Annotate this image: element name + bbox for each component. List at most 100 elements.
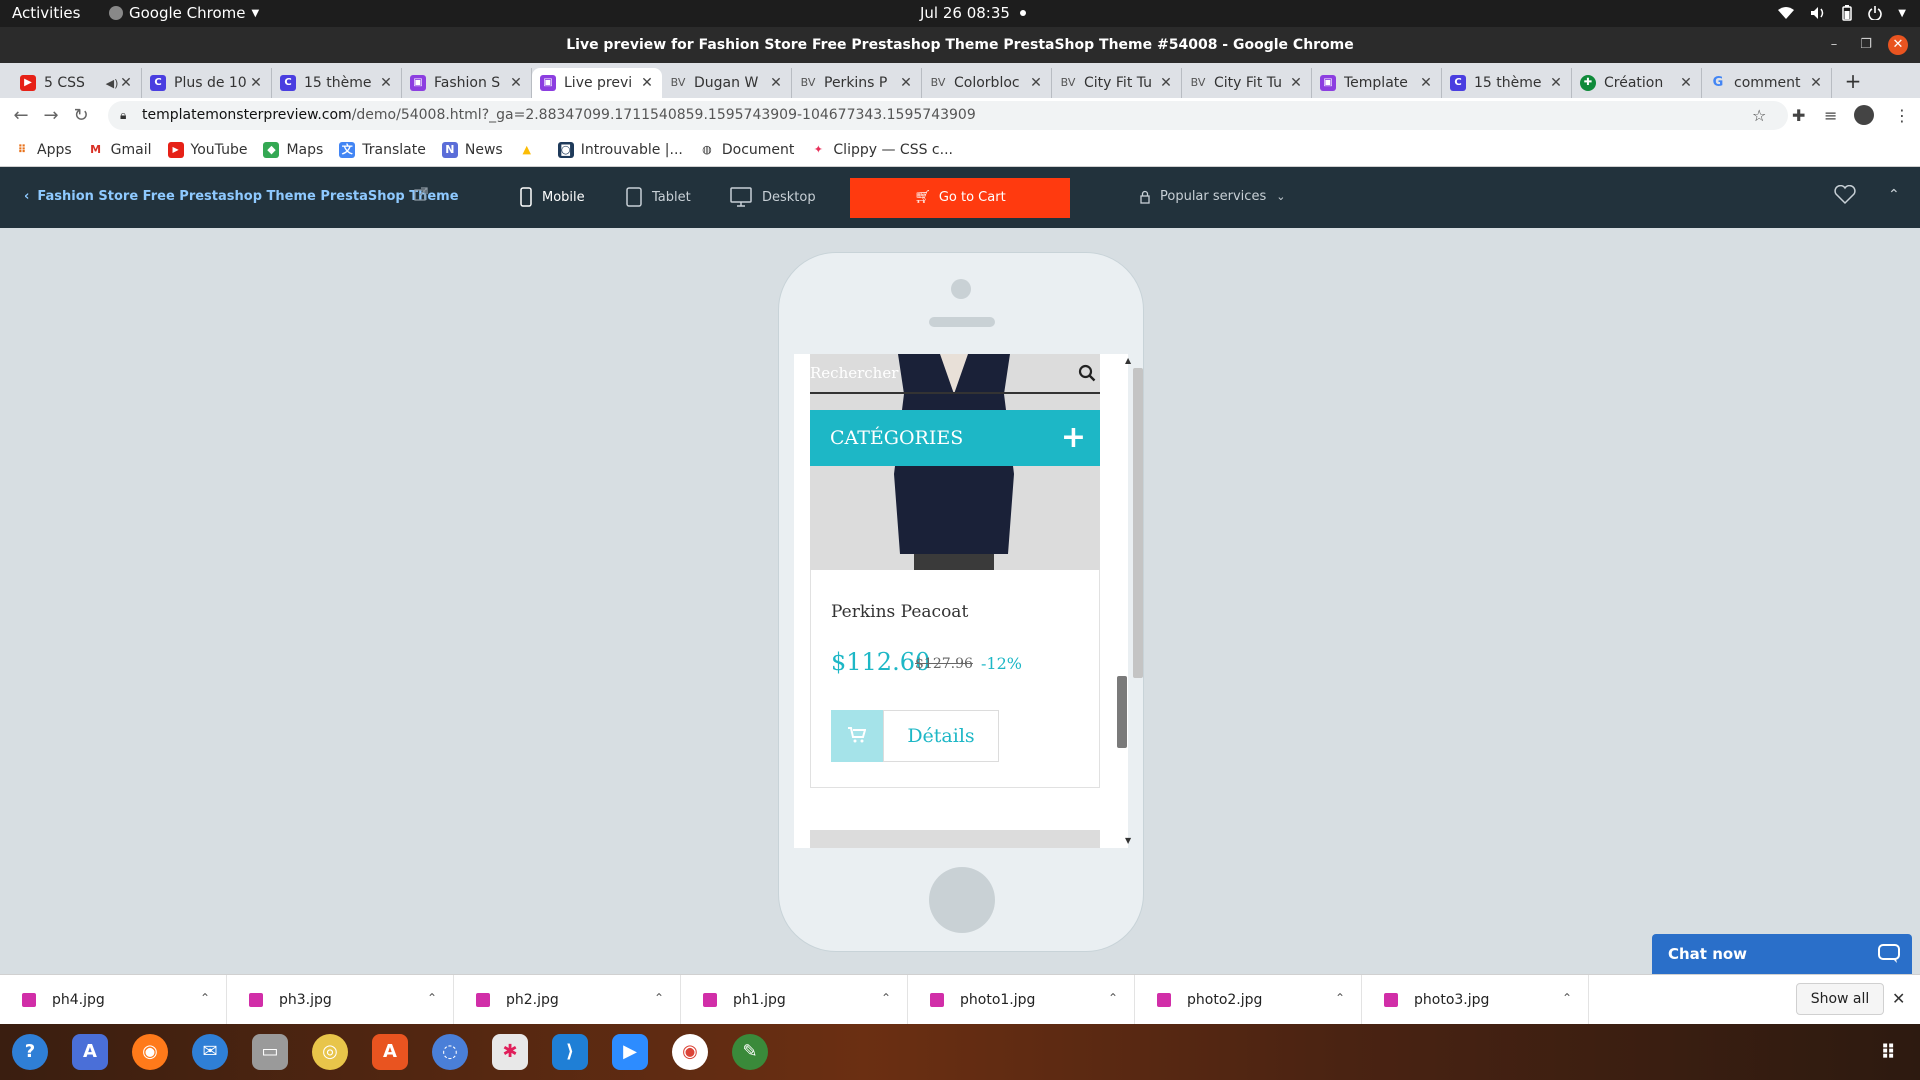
tab[interactable]: ▶ 5 CSS ◀) ✕ xyxy=(12,68,142,98)
tab[interactable]: C 15 thème ✕ xyxy=(1442,68,1572,98)
tab-close-icon[interactable]: ✕ xyxy=(1679,75,1693,91)
software-center-icon[interactable]: A xyxy=(372,1034,408,1070)
device-tablet-button[interactable]: Tablet xyxy=(626,187,691,207)
search-icon[interactable] xyxy=(1078,364,1096,382)
tab-close-icon[interactable]: ✕ xyxy=(1029,75,1043,91)
tab[interactable]: C Plus de 10 ✕ xyxy=(142,68,272,98)
tab-close-icon[interactable]: ✕ xyxy=(1419,75,1433,91)
inner-scrollbar-thumb[interactable] xyxy=(1117,676,1127,748)
download-item[interactable]: ph2.jpg ⌃ xyxy=(454,975,681,1025)
tab-close-icon[interactable]: ✕ xyxy=(249,75,263,91)
show-apps-icon[interactable]: ⠿ xyxy=(1870,1034,1906,1070)
tab-close-icon[interactable]: ✕ xyxy=(640,75,654,91)
download-item[interactable]: ph4.jpg ⌃ xyxy=(0,975,227,1025)
vscode-icon[interactable]: ⟩ xyxy=(552,1034,588,1070)
close-icon[interactable]: ✕ xyxy=(1888,35,1908,55)
bookmark-youtube[interactable]: ▶ YouTube xyxy=(167,141,247,158)
chrome-icon[interactable]: ◉ xyxy=(672,1034,708,1070)
download-item[interactable]: photo1.jpg ⌃ xyxy=(908,975,1135,1025)
maximize-icon[interactable]: ❐ xyxy=(1856,35,1876,55)
close-icon[interactable]: ✕ xyxy=(1892,989,1905,1008)
tab[interactable]: C 15 thème ✕ xyxy=(272,68,402,98)
tab[interactable]: BV Colorbloc ✕ xyxy=(922,68,1052,98)
system-tray[interactable]: ▼ xyxy=(1778,5,1906,21)
go-to-cart-button[interactable]: 🛒︎ Go to Cart xyxy=(850,178,1070,218)
chevron-up-icon[interactable]: ⌃ xyxy=(1108,991,1118,1005)
activities-button[interactable]: Activities xyxy=(12,4,80,22)
bookmark-translate[interactable]: 文 Translate xyxy=(339,141,426,158)
app-menu[interactable]: Google Chrome ▼ xyxy=(109,4,259,22)
chevron-up-icon[interactable]: ⌃ xyxy=(654,991,664,1005)
tab-close-icon[interactable]: ✕ xyxy=(769,75,783,91)
tab-close-icon[interactable]: ✕ xyxy=(1809,75,1823,91)
scroll-down-icon[interactable]: ▼ xyxy=(1125,836,1131,845)
page-scrollbar-thumb[interactable] xyxy=(1133,368,1143,678)
tab[interactable]: BV City Fit Tu ✕ xyxy=(1052,68,1182,98)
chevron-up-icon[interactable]: ⌃ xyxy=(200,991,210,1005)
tab-close-icon[interactable]: ✕ xyxy=(379,75,393,91)
screenshot-tool-icon[interactable]: ✎ xyxy=(732,1034,768,1070)
back-arrow-icon[interactable]: ← xyxy=(6,105,36,126)
tab[interactable]: BV City Fit Tu ✕ xyxy=(1182,68,1312,98)
chevron-up-icon[interactable]: ⌃ xyxy=(1888,187,1900,203)
add-to-cart-button[interactable] xyxy=(831,710,883,762)
bookmark-apps[interactable]: ⠿ Apps xyxy=(14,142,72,158)
thunderbird-icon[interactable]: ✉ xyxy=(192,1034,228,1070)
chat-now-button[interactable]: Chat now xyxy=(1652,934,1912,974)
search-bar[interactable]: Rechercher xyxy=(810,354,1100,394)
download-item[interactable]: photo2.jpg ⌃ xyxy=(1135,975,1362,1025)
tab-close-icon[interactable]: ✕ xyxy=(1159,75,1173,91)
chevron-up-icon[interactable]: ⌃ xyxy=(1335,991,1345,1005)
forward-arrow-icon[interactable]: → xyxy=(36,105,66,126)
bookmark-document[interactable]: ◍ Document xyxy=(699,142,794,158)
address-bar[interactable]: 🔒︎ templatemonsterpreview.com/demo/54008… xyxy=(108,101,1788,130)
tab-close-icon[interactable]: ✕ xyxy=(1549,75,1563,91)
more-menu-icon[interactable]: ⋮ xyxy=(1894,106,1910,125)
bookmark-clippy[interactable]: ✦ Clippy — CSS c... xyxy=(810,142,953,158)
minimize-icon[interactable]: – xyxy=(1824,35,1844,55)
new-tab-button[interactable]: + xyxy=(1838,69,1868,93)
details-button[interactable]: Détails xyxy=(883,710,999,762)
download-item[interactable]: ph1.jpg ⌃ xyxy=(681,975,908,1025)
device-mobile-button[interactable]: Mobile xyxy=(520,187,585,207)
firefox-icon[interactable]: ◉ xyxy=(132,1034,168,1070)
rhythmbox-icon[interactable]: ◎ xyxy=(312,1034,348,1070)
chevron-up-icon[interactable]: ⌃ xyxy=(881,991,891,1005)
chromium-icon[interactable]: ◌ xyxy=(432,1034,468,1070)
heart-icon[interactable] xyxy=(1834,185,1856,205)
files-icon[interactable]: ▭ xyxy=(252,1034,288,1070)
back-to-product-link[interactable]: ‹ Fashion Store Free Prestashop Theme Pr… xyxy=(24,189,459,204)
tab[interactable]: BV Dugan W ✕ xyxy=(662,68,792,98)
bookmark-introuvable[interactable]: ◙ Introuvable |... xyxy=(557,141,683,158)
next-product-image[interactable] xyxy=(810,830,1100,848)
bookmark-drive[interactable]: ▲ xyxy=(519,142,542,158)
zoom-icon[interactable]: ▶ xyxy=(612,1034,648,1070)
profile-avatar[interactable] xyxy=(1854,105,1874,125)
download-item[interactable]: photo3.jpg ⌃ xyxy=(1362,975,1589,1025)
reload-icon[interactable]: ↻ xyxy=(66,105,96,126)
chevron-up-icon[interactable]: ⌃ xyxy=(1562,991,1572,1005)
extensions-icon[interactable]: ✚ xyxy=(1792,106,1805,125)
tab-active[interactable]: ▣ Live previ ✕ xyxy=(532,68,662,98)
tab[interactable]: ▣ Template ✕ xyxy=(1312,68,1442,98)
bookmark-news[interactable]: N News xyxy=(441,141,503,158)
tab[interactable]: Gcomment ✕ xyxy=(1702,68,1832,98)
slack-icon[interactable]: ✱ xyxy=(492,1034,528,1070)
help-icon[interactable]: ? xyxy=(12,1034,48,1070)
tab[interactable]: BV Perkins P ✕ xyxy=(792,68,922,98)
tab-close-icon[interactable]: ✕ xyxy=(509,75,523,91)
phone-screen[interactable]: Rechercher CATÉGORIES + Perkins Peacoat … xyxy=(794,354,1128,848)
lock-icon[interactable]: 🔒︎ xyxy=(120,101,126,130)
translate-app-icon[interactable]: A xyxy=(72,1034,108,1070)
speaker-icon[interactable]: ◀) xyxy=(105,77,119,90)
tab-close-icon[interactable]: ✕ xyxy=(899,75,913,91)
bookmark-gmail[interactable]: M Gmail xyxy=(88,142,151,158)
tab-close-icon[interactable]: ✕ xyxy=(119,75,133,91)
download-item[interactable]: ph3.jpg ⌃ xyxy=(227,975,454,1025)
popular-services-dropdown[interactable]: Popular services ⌄ xyxy=(1140,189,1285,204)
scroll-up-icon[interactable]: ▲ xyxy=(1125,356,1131,365)
product-name[interactable]: Perkins Peacoat xyxy=(831,602,968,622)
star-icon[interactable]: ☆ xyxy=(1752,106,1766,125)
show-all-button[interactable]: Show all xyxy=(1796,983,1884,1015)
media-controls-icon[interactable]: ≡ xyxy=(1824,106,1837,125)
